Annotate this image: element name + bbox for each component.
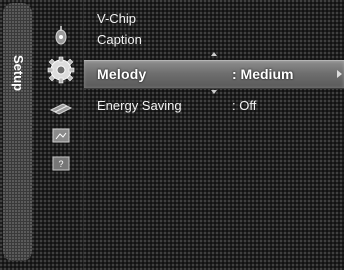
menu-item-energy-saving-value: : Off <box>232 98 257 113</box>
menu-item-v-chip[interactable]: V-Chip <box>97 11 136 26</box>
chevron-right-icon <box>337 70 342 78</box>
application-icon[interactable] <box>45 124 77 150</box>
scroll-down-arrow-icon <box>211 90 217 94</box>
menu-item-energy-saving[interactable]: Energy Saving <box>97 98 182 113</box>
setup-side-tab: Setup <box>3 3 32 261</box>
menu-item-caption[interactable]: Caption <box>97 32 142 47</box>
setup-gear-icon[interactable] <box>45 56 77 84</box>
broadcast-icon[interactable] <box>45 22 77 48</box>
tv-osd-screen: Setup ? V-Chip Caption Melody: Medium E… <box>0 0 344 270</box>
scroll-up-arrow-icon <box>211 52 217 56</box>
svg-text:?: ? <box>58 159 63 169</box>
side-tab-label: Setup <box>11 54 26 92</box>
menu-item-melody-value: : Medium <box>232 66 294 82</box>
support-help-icon[interactable]: ? <box>45 152 77 178</box>
input-icon[interactable] <box>45 96 77 122</box>
menu-item-melody-label: Melody <box>97 66 147 82</box>
panel-divider <box>83 0 84 270</box>
menu-item-melody-selected[interactable]: Melody : Medium <box>84 60 344 89</box>
